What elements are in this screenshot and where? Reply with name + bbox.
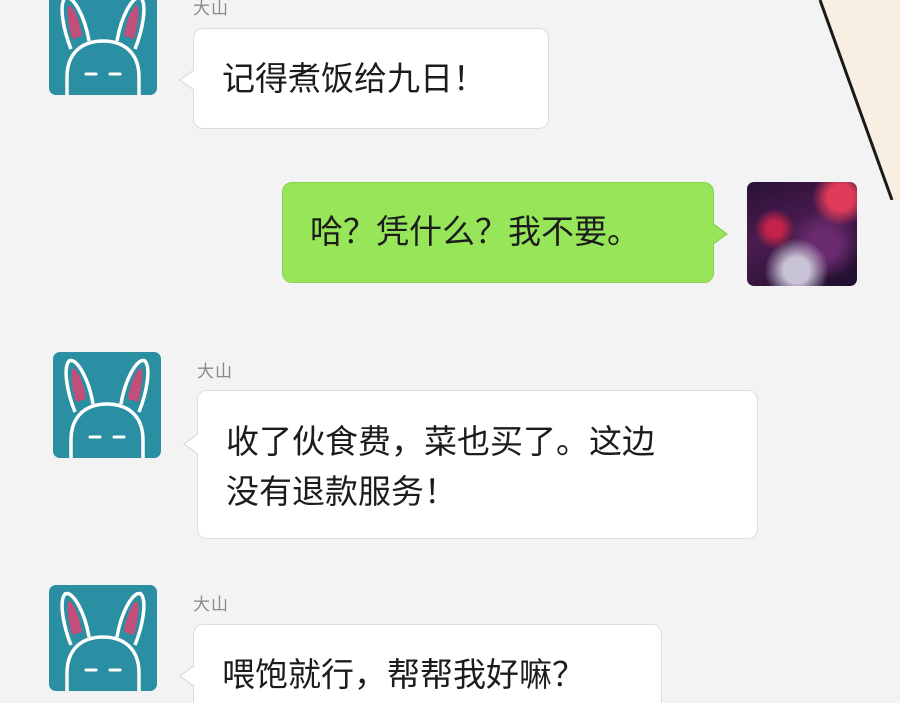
user-avatar[interactable]: [747, 182, 857, 286]
message-text: 记得煮饭给九日！: [222, 59, 486, 98]
message-text-line: 没有退款服务！: [226, 471, 457, 511]
message-bubble[interactable]: 喂饱就行，帮帮我好嘛？: [179, 624, 662, 703]
contact-avatar[interactable]: [53, 352, 161, 458]
message-bubble[interactable]: 收了伙食费，菜也买了。这边 没有退款服务！: [183, 390, 758, 539]
bubble-tail: [179, 69, 195, 91]
sender-name: 大山: [197, 362, 233, 382]
rabbit-icon: [60, 0, 146, 95]
panel-edge: [818, 0, 900, 200]
message-bubble[interactable]: 记得煮饭给九日！: [179, 28, 549, 129]
contact-avatar[interactable]: [49, 0, 157, 95]
message-text-line: 收了伙食费，菜也买了。这边: [226, 422, 655, 461]
message-bubble[interactable]: 哈？凭什么？我不要。: [282, 182, 728, 283]
bubble-tail: [183, 433, 199, 455]
rabbit-icon: [64, 358, 150, 458]
chat-area: 大山 记得煮饭给九日！ 哈？凭什么？我不要。 大山 收了伙食费，菜也买了。这边 …: [0, 0, 900, 703]
sender-name: 大山: [193, 595, 229, 615]
rabbit-icon: [60, 591, 146, 691]
bubble-tail: [712, 223, 728, 245]
bubble-tail: [179, 665, 195, 687]
message-text: 喂饱就行，帮帮我好嘛？: [222, 655, 585, 694]
contact-avatar[interactable]: [49, 585, 157, 691]
sender-name: 大山: [193, 0, 229, 19]
message-text: 哈？凭什么？我不要。: [310, 212, 640, 251]
